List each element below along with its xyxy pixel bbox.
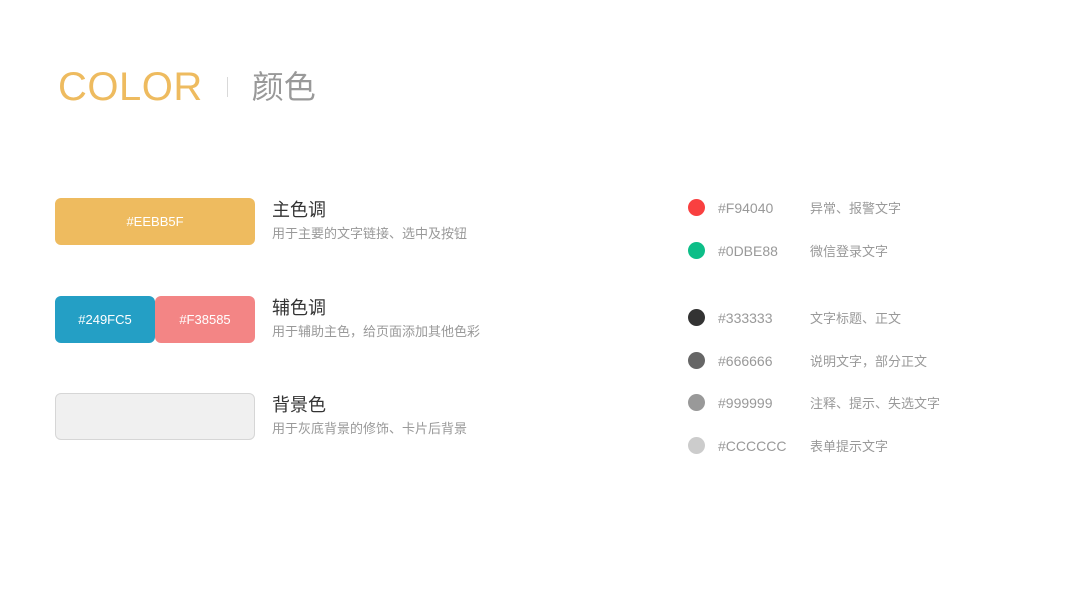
secondary-color-desc: 用于辅助主色，给页面添加其他色彩	[272, 325, 481, 340]
page-title-en: COLOR	[58, 65, 203, 109]
secondary-color-hex-pink: #F38585	[179, 312, 231, 327]
text-color-hex: #666666	[718, 352, 773, 369]
text-color-desc: 表单提示文字	[810, 440, 889, 455]
text-color-item: #CCCCCC 表单提示文字	[688, 436, 888, 455]
title-divider	[226, 77, 228, 97]
secondary-color-title: 辅色调	[272, 298, 326, 319]
secondary-color-swatch-pink: #F38585	[155, 296, 255, 343]
background-color-title: 背景色	[272, 395, 326, 416]
background-color-swatch	[55, 393, 255, 440]
text-color-desc: 注释、提示、失选文字	[810, 397, 941, 412]
text-color-item: #666666 说明文字，部分正文	[688, 351, 927, 370]
text-color-hex: #F94040	[718, 199, 774, 216]
text-color-desc: 说明文字，部分正文	[810, 355, 928, 370]
text-color-item: #999999 注释、提示、失选文字	[688, 393, 940, 412]
text-color-item: #0DBE88 微信登录文字	[688, 241, 888, 260]
secondary-swatch-group: #249FC5 #F38585	[55, 296, 255, 343]
primary-color-desc: 用于主要的文字链接、选中及按钮	[272, 227, 468, 242]
text-color-hex: #0DBE88	[718, 242, 778, 259]
color-dot-icon	[688, 309, 705, 326]
page-title-cn: 颜色	[251, 68, 316, 106]
text-color-hex: #999999	[718, 394, 773, 411]
background-color-text: 背景色 用于灰底背景的修饰、卡片后背景	[272, 394, 467, 439]
text-color-hex: #CCCCCC	[718, 437, 787, 454]
secondary-color-row: #249FC5 #F38585 辅色调 用于辅助主色，给页面添加其他色彩	[55, 296, 480, 343]
secondary-color-swatch-blue: #249FC5	[55, 296, 155, 343]
background-color-desc: 用于灰底背景的修饰、卡片后背景	[272, 422, 468, 437]
text-color-desc: 微信登录文字	[810, 245, 889, 260]
secondary-color-hex-blue: #249FC5	[78, 312, 132, 327]
color-dot-icon	[688, 352, 705, 369]
primary-swatch-group: #EEBB5F	[55, 198, 255, 245]
text-color-desc: 文字标题、正文	[810, 312, 902, 327]
primary-color-text: 主色调 用于主要的文字链接、选中及按钮	[272, 199, 467, 244]
text-color-desc: 异常、报警文字	[810, 202, 902, 217]
text-color-hex: #333333	[718, 309, 773, 326]
secondary-color-text: 辅色调 用于辅助主色，给页面添加其他色彩	[272, 297, 480, 342]
color-dot-icon	[688, 242, 705, 259]
primary-color-swatch: #EEBB5F	[55, 198, 255, 245]
background-color-row: 背景色 用于灰底背景的修饰、卡片后背景	[55, 393, 467, 440]
color-dot-icon	[688, 199, 705, 216]
text-color-item: #F94040 异常、报警文字	[688, 198, 901, 217]
color-dot-icon	[688, 394, 705, 411]
background-swatch-group	[55, 393, 255, 440]
primary-color-row: #EEBB5F 主色调 用于主要的文字链接、选中及按钮	[55, 198, 467, 245]
primary-color-hex: #EEBB5F	[126, 214, 184, 229]
primary-color-title: 主色调	[272, 200, 326, 221]
color-dot-icon	[688, 437, 705, 454]
text-color-item: #333333 文字标题、正文	[688, 308, 901, 327]
page-header: COLOR 颜色	[58, 62, 316, 112]
